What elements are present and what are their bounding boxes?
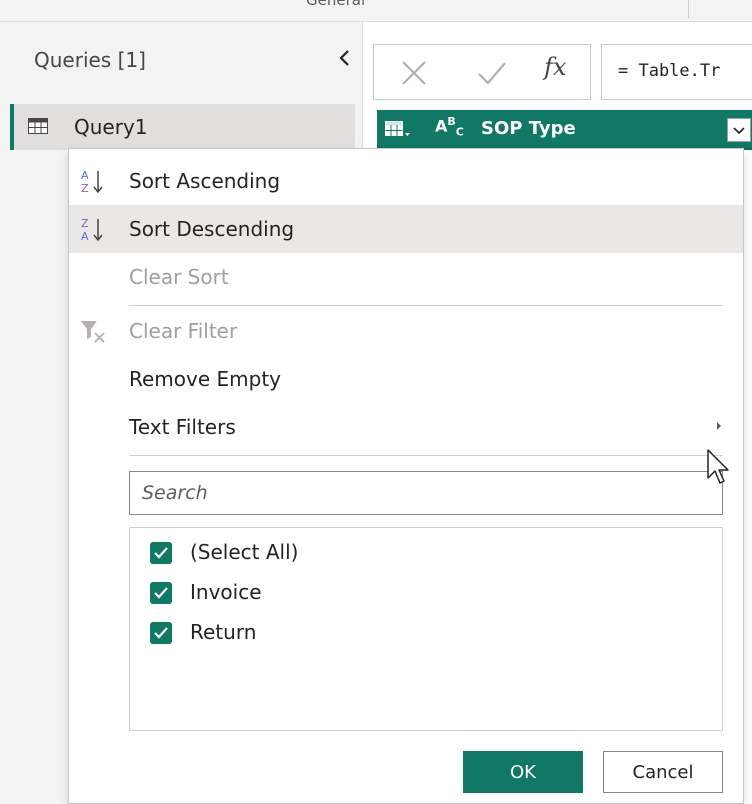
- chevron-left-icon[interactable]: [335, 46, 355, 70]
- checklist-item-label: Invoice: [190, 580, 262, 604]
- close-icon[interactable]: [398, 59, 430, 87]
- ribbon-separator: [688, 0, 689, 18]
- column-name: SOP Type: [481, 118, 576, 139]
- checklist-item-return[interactable]: Return: [150, 618, 710, 650]
- menu-item-text-filters[interactable]: Text Filters: [69, 403, 743, 451]
- sort-descending-icon: Z A: [81, 217, 103, 243]
- menu-item-sort-ascending[interactable]: A Z Sort Ascending: [69, 157, 743, 205]
- search-input[interactable]: [130, 472, 722, 514]
- column-filter-button[interactable]: [727, 118, 751, 142]
- checkmark-icon[interactable]: [476, 59, 508, 87]
- query-item-label: Query1: [74, 115, 148, 139]
- checklist-item-label: (Select All): [190, 540, 299, 564]
- sort-ascending-icon: A Z: [81, 169, 103, 195]
- checkmark-icon: [154, 627, 168, 639]
- chevron-down-icon: [733, 127, 745, 134]
- svg-text:A: A: [81, 230, 89, 243]
- menu-divider: [129, 305, 723, 306]
- table-icon: [28, 118, 48, 134]
- menu-item-label: Clear Sort: [129, 265, 229, 289]
- svg-text:A: A: [81, 169, 89, 182]
- menu-item-clear-filter: Clear Filter: [69, 307, 743, 355]
- menu-item-label: Text Filters: [129, 415, 236, 439]
- menu-item-sort-descending[interactable]: Z A Sort Descending: [69, 205, 743, 253]
- search-box[interactable]: [129, 471, 723, 515]
- checklist-item-select-all[interactable]: (Select All): [150, 538, 710, 570]
- checkbox[interactable]: [150, 542, 172, 564]
- checkmark-icon: [154, 587, 168, 599]
- menu-item-label: Sort Descending: [129, 217, 295, 241]
- menu-item-clear-sort: Clear Sort: [69, 253, 743, 301]
- formula-bar-buttons: fx: [373, 44, 591, 100]
- formula-bar: fx = Table.Tr: [373, 44, 752, 100]
- fx-button[interactable]: fx: [544, 53, 566, 81]
- menu-item-label: Remove Empty: [129, 367, 282, 391]
- formula-text: = Table.Tr: [618, 61, 721, 81]
- checklist-item-label: Return: [190, 620, 257, 644]
- clear-filter-icon: [81, 321, 105, 343]
- text-type-icon: ABC: [435, 115, 464, 139]
- table-dropdown-icon[interactable]: [385, 121, 411, 139]
- ribbon-group-label: General: [306, 0, 366, 9]
- menu-divider: [129, 455, 723, 456]
- ribbon-bar: General: [0, 0, 752, 22]
- column-filter-menu: A Z Sort Ascending Z A Sort Descending C…: [68, 148, 744, 804]
- ok-button[interactable]: OK: [463, 751, 583, 793]
- mouse-cursor-icon: [707, 449, 729, 484]
- queries-pane-title: Queries [1]: [34, 48, 146, 72]
- svg-text:Z: Z: [81, 182, 89, 195]
- checkbox[interactable]: [150, 622, 172, 644]
- cancel-button[interactable]: Cancel: [603, 751, 723, 793]
- menu-item-remove-empty[interactable]: Remove Empty: [69, 355, 743, 403]
- checklist-item-invoice[interactable]: Invoice: [150, 578, 710, 610]
- formula-input[interactable]: = Table.Tr: [601, 44, 752, 100]
- checkmark-icon: [154, 547, 168, 559]
- svg-text:Z: Z: [81, 217, 89, 230]
- query-item-query1[interactable]: Query1: [10, 104, 355, 150]
- menu-item-label: Clear Filter: [129, 319, 238, 343]
- checkbox[interactable]: [150, 582, 172, 604]
- menu-item-label: Sort Ascending: [129, 169, 281, 193]
- value-checklist: (Select All) Invoice Return: [129, 527, 723, 731]
- submenu-arrow-icon: [717, 422, 721, 430]
- column-header-sop-type[interactable]: ABC SOP Type: [377, 110, 752, 150]
